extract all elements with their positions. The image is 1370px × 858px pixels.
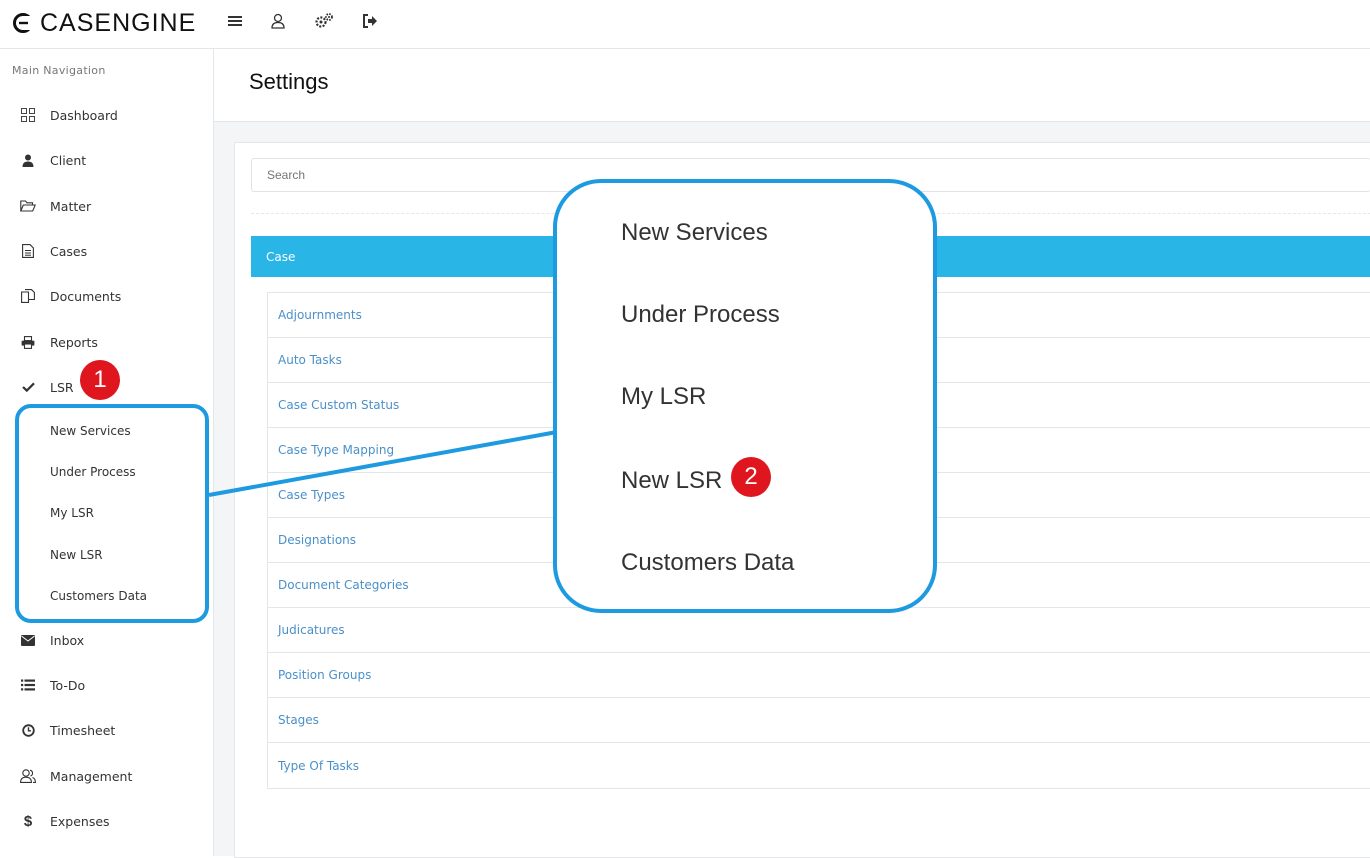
sidebar-item-label: Expenses — [50, 813, 110, 829]
nav-heading: Main Navigation — [12, 64, 106, 77]
zoom-item-under-process: Under Process — [621, 301, 780, 328]
zoom-item-new-services: New Services — [621, 219, 768, 246]
envelope-icon — [20, 632, 36, 648]
sidebar-item-inbox[interactable]: Inbox — [0, 625, 213, 655]
brand-name: CASENGINE — [40, 8, 197, 37]
link-position-groups[interactable]: Position Groups — [278, 668, 371, 682]
sidebar: Main Navigation Dashboard Client Matter … — [0, 49, 214, 856]
link-type-of-tasks[interactable]: Type Of Tasks — [278, 759, 359, 773]
sidebar-item-label: Dashboard — [50, 107, 118, 123]
sidebar-item-reports[interactable]: Reports — [0, 327, 213, 357]
submenu-item-new-services[interactable]: New Services — [50, 424, 131, 438]
zoom-item-customers-data: Customers Data — [621, 549, 795, 576]
zoom-item-new-lsr: New LSR — [621, 467, 723, 494]
casengine-logo-icon — [13, 13, 33, 33]
sidebar-item-label: Cases — [50, 243, 88, 259]
user-solid-icon — [20, 152, 36, 168]
step-badge-1: 1 — [80, 360, 120, 400]
sidebar-item-todo[interactable]: To-Do — [0, 670, 213, 700]
link-case-type-mapping[interactable]: Case Type Mapping — [278, 443, 394, 457]
sidebar-item-documents[interactable]: Documents — [0, 281, 213, 311]
sidebar-item-cases[interactable]: Cases — [0, 236, 213, 266]
sidebar-item-client[interactable]: Client — [0, 145, 213, 175]
sidebar-item-label: Documents — [50, 288, 122, 304]
list-item: Type Of Tasks — [268, 743, 1370, 788]
document-icon — [20, 243, 36, 259]
link-auto-tasks[interactable]: Auto Tasks — [278, 353, 342, 367]
check-icon — [20, 379, 36, 395]
sidebar-item-label: Client — [50, 152, 87, 168]
users-icon — [20, 768, 36, 784]
callout-zoom-panel: New Services Under Process My LSR New LS… — [553, 179, 937, 613]
link-stages[interactable]: Stages — [278, 713, 319, 727]
grid-icon — [20, 107, 36, 123]
list-item: Stages — [268, 698, 1370, 743]
sidebar-item-label: Inbox — [50, 632, 85, 648]
copy-icon — [20, 288, 36, 304]
printer-icon — [20, 334, 36, 350]
sidebar-item-dashboard[interactable]: Dashboard — [0, 100, 213, 130]
sidebar-item-management[interactable]: Management — [0, 761, 213, 791]
section-title: Case — [266, 249, 296, 264]
submenu-item-my-lsr[interactable]: My LSR — [50, 506, 94, 520]
sidebar-item-label: Timesheet — [50, 722, 116, 738]
link-adjournments[interactable]: Adjournments — [278, 308, 362, 322]
link-designations[interactable]: Designations — [278, 533, 356, 547]
sidebar-item-label: Matter — [50, 198, 92, 214]
sidebar-item-label: LSR — [50, 379, 74, 395]
dollar-icon: $ — [23, 812, 33, 830]
submenu-item-customers-data[interactable]: Customers Data — [50, 589, 147, 603]
logo[interactable]: CASENGINE — [12, 8, 196, 38]
sign-out-icon[interactable] — [360, 11, 380, 31]
link-case-types[interactable]: Case Types — [278, 488, 345, 502]
link-case-custom-status[interactable]: Case Custom Status — [278, 398, 399, 412]
step-badge-2: 2 — [731, 457, 771, 497]
gears-icon[interactable] — [314, 11, 334, 31]
sidebar-item-label: To-Do — [50, 677, 86, 693]
sidebar-item-label: Management — [50, 768, 133, 784]
clock-icon — [20, 722, 36, 738]
submenu-item-new-lsr[interactable]: New LSR — [50, 548, 103, 562]
submenu-item-under-process[interactable]: Under Process — [50, 465, 136, 479]
page-header: Settings — [214, 49, 1370, 122]
link-document-categories[interactable]: Document Categories — [278, 578, 409, 592]
sidebar-item-expenses[interactable]: $ Expenses — [0, 806, 213, 836]
list-item: Position Groups — [268, 653, 1370, 698]
sidebar-item-timesheet[interactable]: Timesheet — [0, 715, 213, 745]
top-bar: CASENGINE — [0, 0, 1370, 49]
sidebar-item-label: Reports — [50, 334, 98, 350]
menu-icon[interactable] — [225, 11, 245, 31]
page-title: Settings — [249, 69, 329, 94]
user-icon[interactable] — [268, 11, 288, 31]
sidebar-item-matter[interactable]: Matter — [0, 191, 213, 221]
list-item: Judicatures — [268, 608, 1370, 653]
zoom-item-my-lsr: My LSR — [621, 383, 707, 410]
list-icon — [20, 677, 36, 693]
link-judicatures[interactable]: Judicatures — [278, 623, 345, 637]
folder-open-icon — [20, 198, 36, 214]
